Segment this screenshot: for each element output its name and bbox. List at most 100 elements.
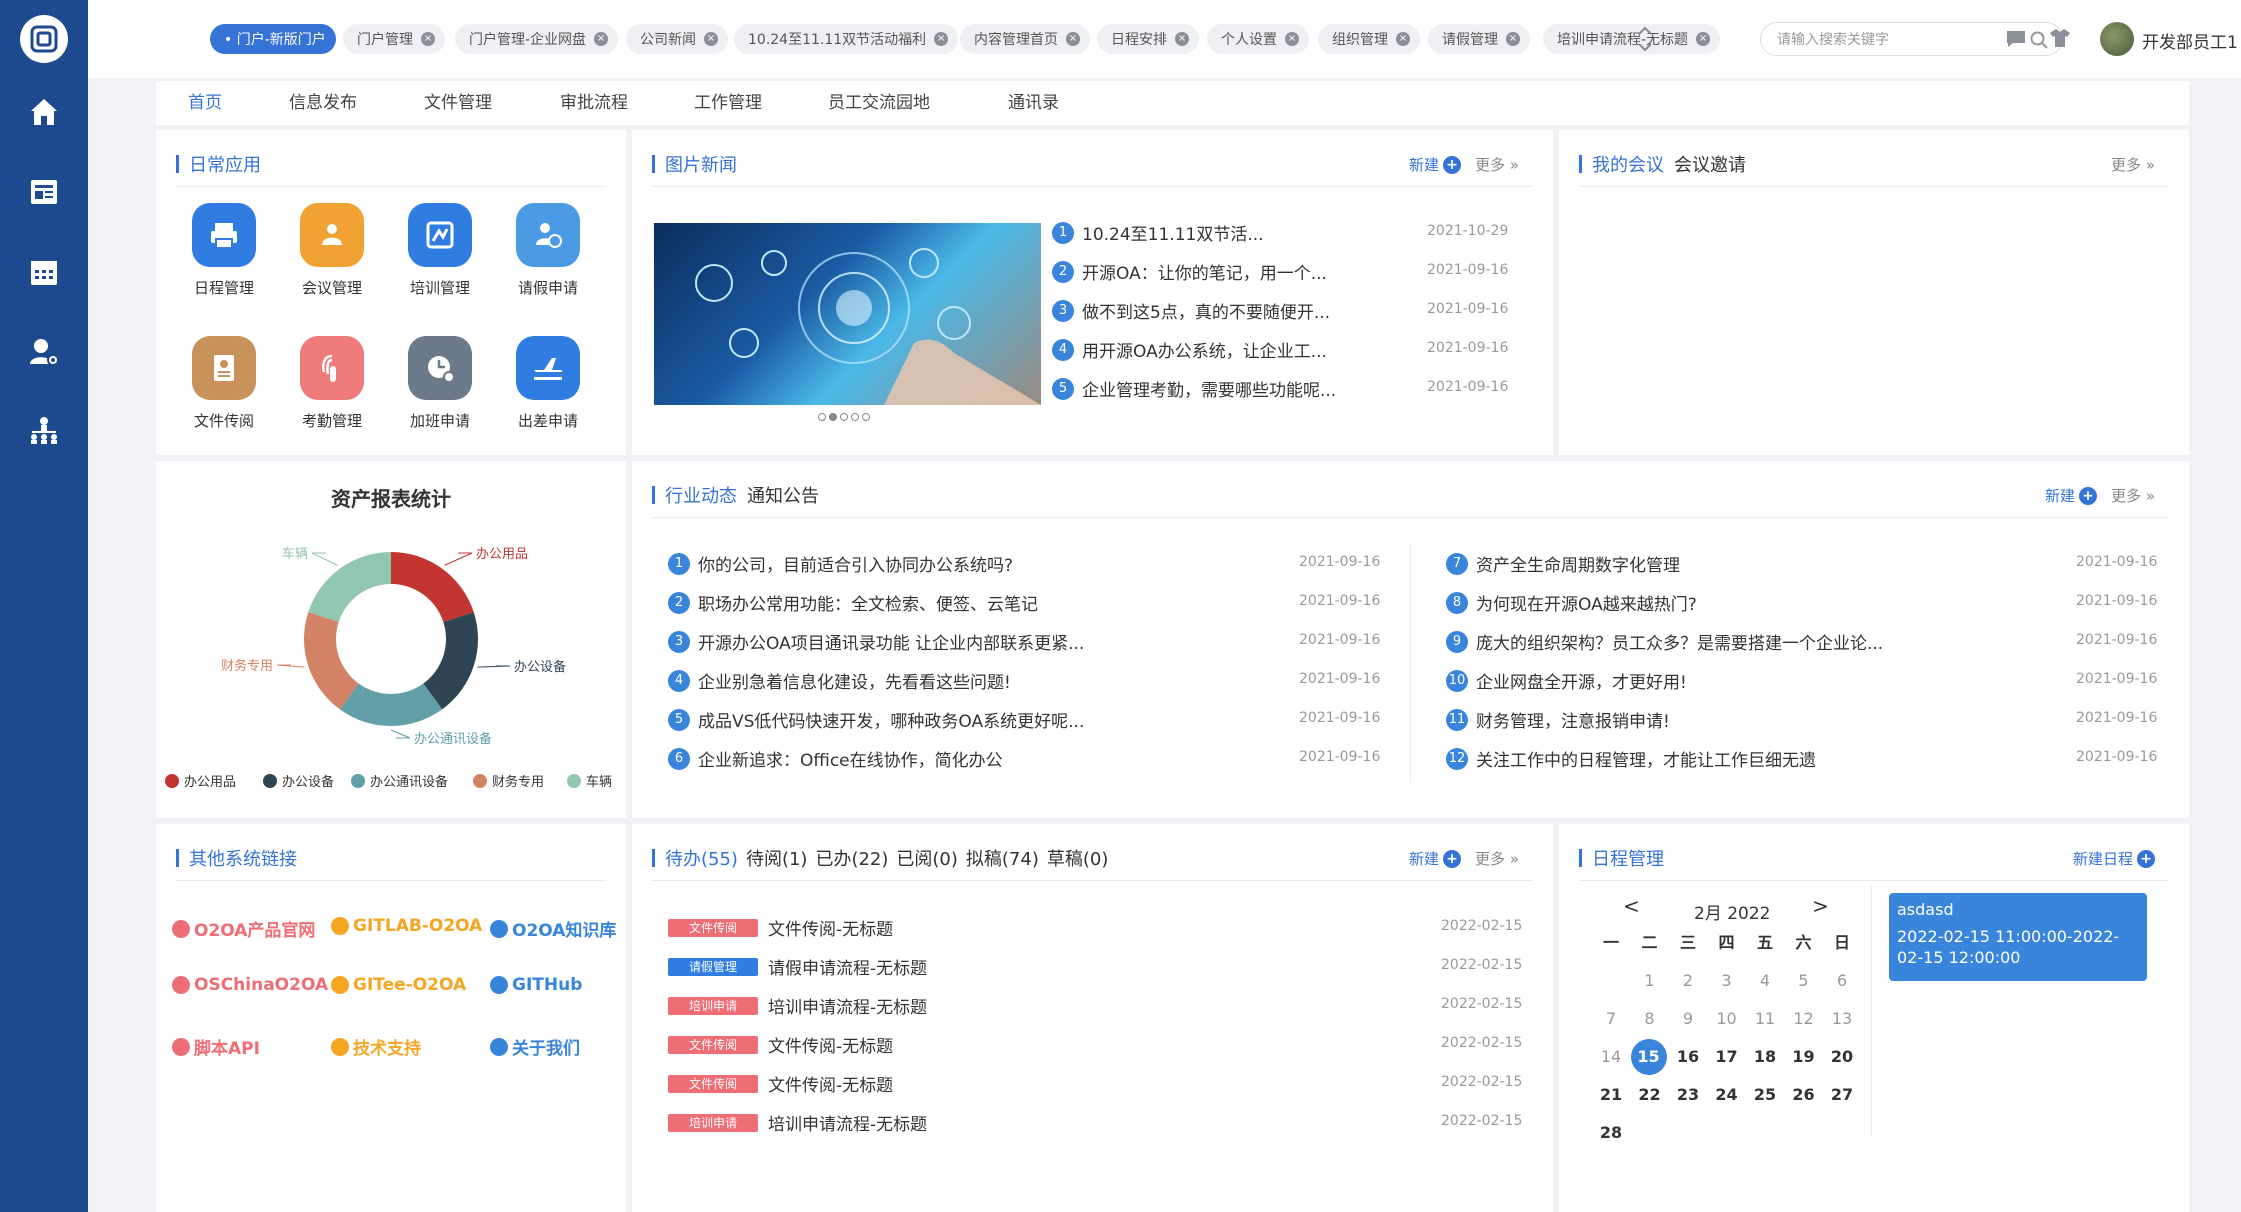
calendar-day[interactable]: 12 (1785, 1004, 1823, 1034)
user-name[interactable]: 开发部员工1 (2142, 28, 2238, 53)
system-link[interactable]: GITee-O2OA (331, 975, 466, 995)
tab-3[interactable]: 公司新闻 × (626, 24, 728, 54)
list-item[interactable]: 9 庞大的组织架构？员工众多？是需要搭建一个企业论... (1446, 629, 1883, 654)
calendar-day[interactable]: 13 (1823, 1004, 1861, 1034)
card-title[interactable]: 我的会议 (1592, 151, 1664, 177)
calendar-day[interactable]: 10 (1708, 1004, 1746, 1034)
task-tab-4[interactable]: 草稿(0) (1047, 845, 1109, 871)
system-link[interactable]: 关于我们 (490, 1034, 580, 1059)
avatar[interactable] (2100, 22, 2134, 56)
calendar-day[interactable]: 3 (1708, 966, 1746, 996)
task-item[interactable]: 培训申请 培训申请流程-无标题 (668, 1110, 927, 1135)
tab-7[interactable]: 个人设置 × (1207, 24, 1309, 54)
task-item[interactable]: 文件传阅 文件传阅-无标题 (668, 1032, 893, 1057)
legend-label[interactable]: 财务专用 (492, 774, 544, 790)
more-button[interactable]: 更多 » (2111, 485, 2155, 506)
close-icon[interactable]: × (1396, 32, 1410, 46)
calendar-day[interactable]: 2 (1669, 966, 1707, 996)
calendar-day[interactable]: 17 (1708, 1042, 1746, 1072)
calendar-day[interactable]: 24 (1708, 1080, 1746, 1110)
calendar-day[interactable]: 4 (1746, 966, 1784, 996)
calendar-day[interactable]: 22 (1631, 1080, 1669, 1110)
list-item[interactable]: 1 10.24至11.11双节活... (1052, 220, 1264, 245)
system-link[interactable]: O2OA产品官网 (172, 916, 315, 941)
list-item[interactable]: 5 成品VS低代码快速开发，哪种政务OA系统更好呢... (668, 707, 1084, 732)
calendar-day[interactable]: 1 (1631, 966, 1669, 996)
list-item[interactable]: 4 企业别急着信息化建设，先看看这些问题! (668, 668, 1011, 693)
calendar-day[interactable]: 7 (1592, 1004, 1630, 1034)
calendar-day[interactable]: 11 (1746, 1004, 1784, 1034)
calendar-prev-button[interactable]: < (1623, 894, 1640, 918)
app-fingerprint[interactable]: 考勤管理 (287, 336, 377, 431)
task-item[interactable]: 请假管理 请假申请流程-无标题 (668, 954, 927, 979)
tab-scroll-arrows[interactable] (1635, 22, 1655, 56)
legend-label[interactable]: 办公通讯设备 (370, 774, 448, 790)
nav-item-3[interactable]: 审批流程 (560, 81, 628, 125)
system-link[interactable]: 脚本API (172, 1034, 260, 1059)
list-item[interactable]: 1 你的公司，目前适合引入协同办公系统吗? (668, 551, 1013, 576)
app-meeting[interactable]: 会议管理 (287, 203, 377, 298)
legend-marker[interactable] (473, 774, 487, 788)
list-item[interactable]: 8 为何现在开源OA越来越热门? (1446, 590, 1697, 615)
legend-label[interactable]: 办公设备 (282, 774, 334, 790)
tab-9[interactable]: 请假管理 × (1428, 24, 1530, 54)
list-item[interactable]: 5 企业管理考勤，需要哪些功能呢... (1052, 376, 1336, 401)
system-link[interactable]: 技术支持 (331, 1034, 421, 1059)
calendar-day[interactable]: 6 (1823, 966, 1861, 996)
news-image[interactable] (654, 223, 1041, 405)
carousel-dots[interactable] (818, 413, 870, 421)
nav-item-6[interactable]: 通讯录 (1008, 81, 1059, 125)
app-document[interactable]: 文件传阅 (179, 336, 269, 431)
nav-item-0[interactable]: 首页 (188, 81, 222, 125)
calendar-next-button[interactable]: > (1812, 894, 1829, 918)
close-icon[interactable]: × (1175, 32, 1189, 46)
task-tab-0[interactable]: 待阅(1) (746, 845, 808, 871)
tab-5[interactable]: 内容管理首页 × (960, 24, 1090, 54)
calendar-day[interactable]: 20 (1823, 1042, 1861, 1072)
close-icon[interactable]: × (1696, 32, 1711, 46)
task-item[interactable]: 文件传阅 文件传阅-无标题 (668, 1071, 893, 1096)
tab-10[interactable]: 培训申请流程-无标题 × (1543, 24, 1721, 54)
tab-8[interactable]: 组织管理 × (1318, 24, 1420, 54)
list-item[interactable]: 12 关注工作中的日程管理，才能让工作巨细无遗 (1446, 746, 1816, 771)
calendar-day[interactable]: 28 (1592, 1118, 1630, 1148)
app-logo[interactable] (20, 15, 68, 63)
close-icon[interactable]: × (704, 32, 718, 46)
legend-label[interactable]: 办公用品 (184, 775, 236, 790)
system-link[interactable]: GITHub (490, 975, 582, 995)
calendar-day[interactable]: 9 (1669, 1004, 1707, 1034)
new-schedule-button[interactable]: 新建日程 + (2073, 848, 2155, 869)
schedule-event[interactable]: asdasd 2022-02-15 11:00:00-2022-02-15 12… (1889, 893, 2147, 981)
calendar-day[interactable]: 27 (1823, 1080, 1861, 1110)
card-title[interactable]: 行业动态 (665, 482, 737, 508)
tab-4[interactable]: 10.24至11.11双节活动福利 × (734, 24, 959, 54)
list-item[interactable]: 3 开源办公OA项目通讯录功能 让企业内部联系更紧... (668, 629, 1084, 654)
news-icon[interactable] (0, 162, 88, 222)
list-item[interactable]: 2 职场办公常用功能：全文检索、便签、云笔记 (668, 590, 1038, 615)
legend-label[interactable]: 车辆 (586, 774, 612, 790)
user-settings-icon[interactable] (0, 322, 88, 382)
list-item[interactable]: 6 企业新追求：Office在线协作，简化办公 (668, 746, 1003, 771)
nav-item-4[interactable]: 工作管理 (694, 81, 762, 125)
calendar-day[interactable]: 18 (1746, 1042, 1784, 1072)
tab-2[interactable]: 门户管理-企业网盘 × (455, 24, 619, 54)
list-item[interactable]: 3 做不到这5点，真的不要随便开... (1052, 298, 1330, 323)
more-button[interactable]: 更多 » (1475, 848, 1519, 869)
card-subtitle[interactable]: 通知公告 (747, 482, 819, 508)
calendar-day[interactable]: 8 (1631, 1004, 1669, 1034)
calendar-day[interactable]: 14 (1592, 1042, 1630, 1072)
nav-item-2[interactable]: 文件管理 (424, 81, 492, 125)
calendar-day[interactable]: 25 (1746, 1080, 1784, 1110)
pie-slice[interactable] (391, 552, 474, 623)
calendar-day[interactable]: 16 (1669, 1042, 1707, 1072)
calendar-day[interactable]: 21 (1592, 1080, 1630, 1110)
task-item[interactable]: 培训申请 培训申请流程-无标题 (668, 993, 927, 1018)
list-item[interactable]: 4 用开源OA办公系统，让企业工... (1052, 337, 1327, 362)
list-item[interactable]: 2 开源OA：让你的笔记，用一个... (1052, 259, 1327, 284)
system-link[interactable]: GITLAB-O2OA (331, 916, 482, 936)
system-link[interactable]: O2OA知识库 (490, 916, 616, 941)
close-icon[interactable]: × (1285, 32, 1299, 46)
new-button[interactable]: 新建 + (2045, 485, 2098, 506)
legend-marker[interactable] (165, 774, 179, 788)
task-tab-2[interactable]: 已阅(0) (896, 845, 958, 871)
